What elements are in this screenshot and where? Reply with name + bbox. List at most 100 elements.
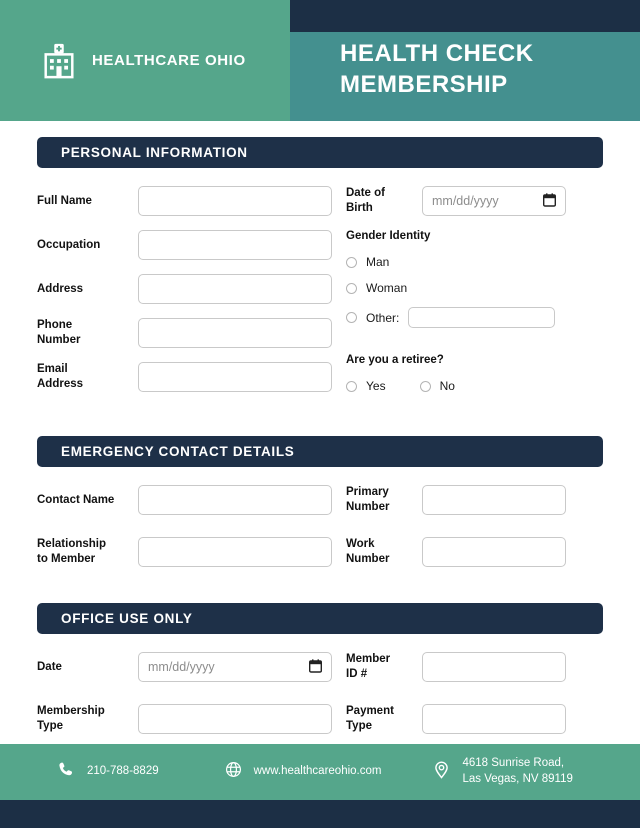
field-email-address: Email Address xyxy=(37,362,338,392)
section-header-office: OFFICE USE ONLY xyxy=(37,603,603,634)
phone-number-input[interactable] xyxy=(138,318,332,348)
date-placeholder: mm/dd/yyyy xyxy=(148,660,215,674)
occupation-input[interactable] xyxy=(138,230,332,260)
field-label: Phone Number xyxy=(37,319,81,346)
field-primary-number: Primary Number xyxy=(346,485,603,515)
section-header-emergency: EMERGENCY CONTACT DETAILS xyxy=(37,436,603,467)
radio-retiree-yes[interactable]: Yes xyxy=(346,379,386,393)
field-address: Address xyxy=(37,274,338,304)
field-relationship-to-member: Relationship to Member xyxy=(37,537,338,567)
brand-name: HEALTHCARE OHIO xyxy=(92,52,246,69)
globe-icon xyxy=(225,761,242,783)
field-full-name: Full Name xyxy=(37,186,338,216)
field-payment-type: Payment Type xyxy=(346,704,603,734)
field-occupation: Occupation xyxy=(37,230,338,260)
member-id-input[interactable] xyxy=(422,652,566,682)
email-address-input[interactable] xyxy=(138,362,332,392)
footer-phone-text: 210-788-8829 xyxy=(87,765,159,778)
gender-identity-title: Gender Identity xyxy=(346,230,431,242)
emergency-right-column: Primary Number Work Number xyxy=(338,485,603,581)
field-label: Relationship to Member xyxy=(37,538,107,565)
field-work-number: Work Number xyxy=(346,537,603,567)
radio-button[interactable] xyxy=(419,380,431,392)
field-label: Address xyxy=(37,282,84,295)
field-label: Date of Birth xyxy=(346,187,385,214)
page-header: HEALTHCARE OHIO HEALTH CHECK MEMBERSHIP xyxy=(0,0,640,121)
gender-other-input[interactable] xyxy=(408,307,556,328)
field-member-id: Member ID # xyxy=(346,652,603,682)
calendar-icon[interactable] xyxy=(542,192,557,210)
emergency-columns: Contact Name Relationship to Member Prim… xyxy=(37,485,603,581)
field-label: Date xyxy=(37,660,62,673)
work-number-input[interactable] xyxy=(422,537,566,567)
radio-label: Yes xyxy=(366,379,386,393)
office-left-column: Date mm/dd/yyyy Membership Type xyxy=(37,652,338,748)
personal-columns: Full Name Occupation Address Phone Numbe… xyxy=(37,186,603,406)
map-pin-icon xyxy=(433,760,450,784)
radio-label: Woman xyxy=(366,281,408,295)
section-title: EMERGENCY CONTACT DETAILS xyxy=(61,444,295,459)
radio-retiree-no[interactable]: No xyxy=(419,379,455,393)
address-input[interactable] xyxy=(138,274,332,304)
retiree-options: Yes No xyxy=(346,379,603,393)
hospital-icon xyxy=(40,42,78,80)
field-date-of-birth: Date of Birth mm/dd/yyyy xyxy=(346,186,603,216)
field-label: Membership Type xyxy=(37,705,105,732)
footer-phone[interactable]: 210-788-8829 xyxy=(58,761,159,783)
field-label: Work Number xyxy=(346,538,390,565)
payment-type-input[interactable] xyxy=(422,704,566,734)
emergency-left-column: Contact Name Relationship to Member xyxy=(37,485,338,581)
field-label: Occupation xyxy=(37,238,101,251)
primary-number-input[interactable] xyxy=(422,485,566,515)
radio-button[interactable] xyxy=(346,256,357,268)
retiree-group: Are you a retiree? Yes No xyxy=(346,354,603,393)
radio-button[interactable] xyxy=(346,380,357,392)
radio-label: Other: xyxy=(366,310,400,325)
phone-icon xyxy=(58,761,75,783)
date-placeholder: mm/dd/yyyy xyxy=(432,194,499,208)
field-office-date: Date mm/dd/yyyy xyxy=(37,652,338,682)
field-membership-type: Membership Type xyxy=(37,704,338,734)
personal-right-column: Date of Birth mm/dd/yyyy Gender Identity xyxy=(338,186,603,406)
field-label: Email Address xyxy=(37,363,84,390)
calendar-icon[interactable] xyxy=(308,658,323,676)
section-title: PERSONAL INFORMATION xyxy=(61,145,248,160)
gender-identity-group: Gender Identity Man Woman Other: xyxy=(346,230,603,328)
retiree-title: Are you a retiree? xyxy=(346,354,444,366)
field-label: Member ID # xyxy=(346,653,391,680)
radio-button[interactable] xyxy=(346,282,357,294)
brand-block: HEALTHCARE OHIO xyxy=(0,0,290,121)
field-label: Contact Name xyxy=(37,493,115,506)
radio-gender-woman[interactable]: Woman xyxy=(346,281,603,295)
field-phone-number: Phone Number xyxy=(37,318,338,348)
membership-type-input[interactable] xyxy=(138,704,332,734)
form-content: PERSONAL INFORMATION Full Name Occupatio… xyxy=(0,121,640,748)
page-title: HEALTH CHECK MEMBERSHIP xyxy=(340,39,534,98)
radio-gender-other[interactable]: Other: xyxy=(346,307,603,328)
office-columns: Date mm/dd/yyyy Membership Type Member I… xyxy=(37,652,603,748)
field-label: Primary Number xyxy=(346,486,390,513)
page-footer: 210-788-8829 www.healthcareohio.com 4618… xyxy=(0,744,640,800)
radio-label: Man xyxy=(366,255,390,269)
footer-address-text: 4618 Sunrise Road, Las Vegas, NV 89119 xyxy=(462,757,573,785)
title-block: HEALTH CHECK MEMBERSHIP xyxy=(290,0,640,121)
radio-button[interactable] xyxy=(346,312,357,323)
field-label: Payment Type xyxy=(346,705,394,732)
full-name-input[interactable] xyxy=(138,186,332,216)
radio-gender-man[interactable]: Man xyxy=(346,255,603,269)
office-date-input[interactable]: mm/dd/yyyy xyxy=(138,652,332,682)
office-right-column: Member ID # Payment Type xyxy=(338,652,603,748)
personal-left-column: Full Name Occupation Address Phone Numbe… xyxy=(37,186,338,406)
footer-accent-bar xyxy=(0,800,640,828)
footer-address: 4618 Sunrise Road, Las Vegas, NV 89119 xyxy=(433,756,573,787)
contact-name-input[interactable] xyxy=(138,485,332,515)
radio-label: No xyxy=(439,379,455,393)
date-of-birth-input[interactable]: mm/dd/yyyy xyxy=(422,186,566,216)
footer-website[interactable]: www.healthcareohio.com xyxy=(225,761,382,783)
section-header-personal: PERSONAL INFORMATION xyxy=(37,137,603,168)
relationship-input[interactable] xyxy=(138,537,332,567)
field-contact-name: Contact Name xyxy=(37,485,338,515)
section-title: OFFICE USE ONLY xyxy=(61,611,193,626)
field-label: Full Name xyxy=(37,194,92,207)
footer-website-text: www.healthcareohio.com xyxy=(253,765,382,778)
